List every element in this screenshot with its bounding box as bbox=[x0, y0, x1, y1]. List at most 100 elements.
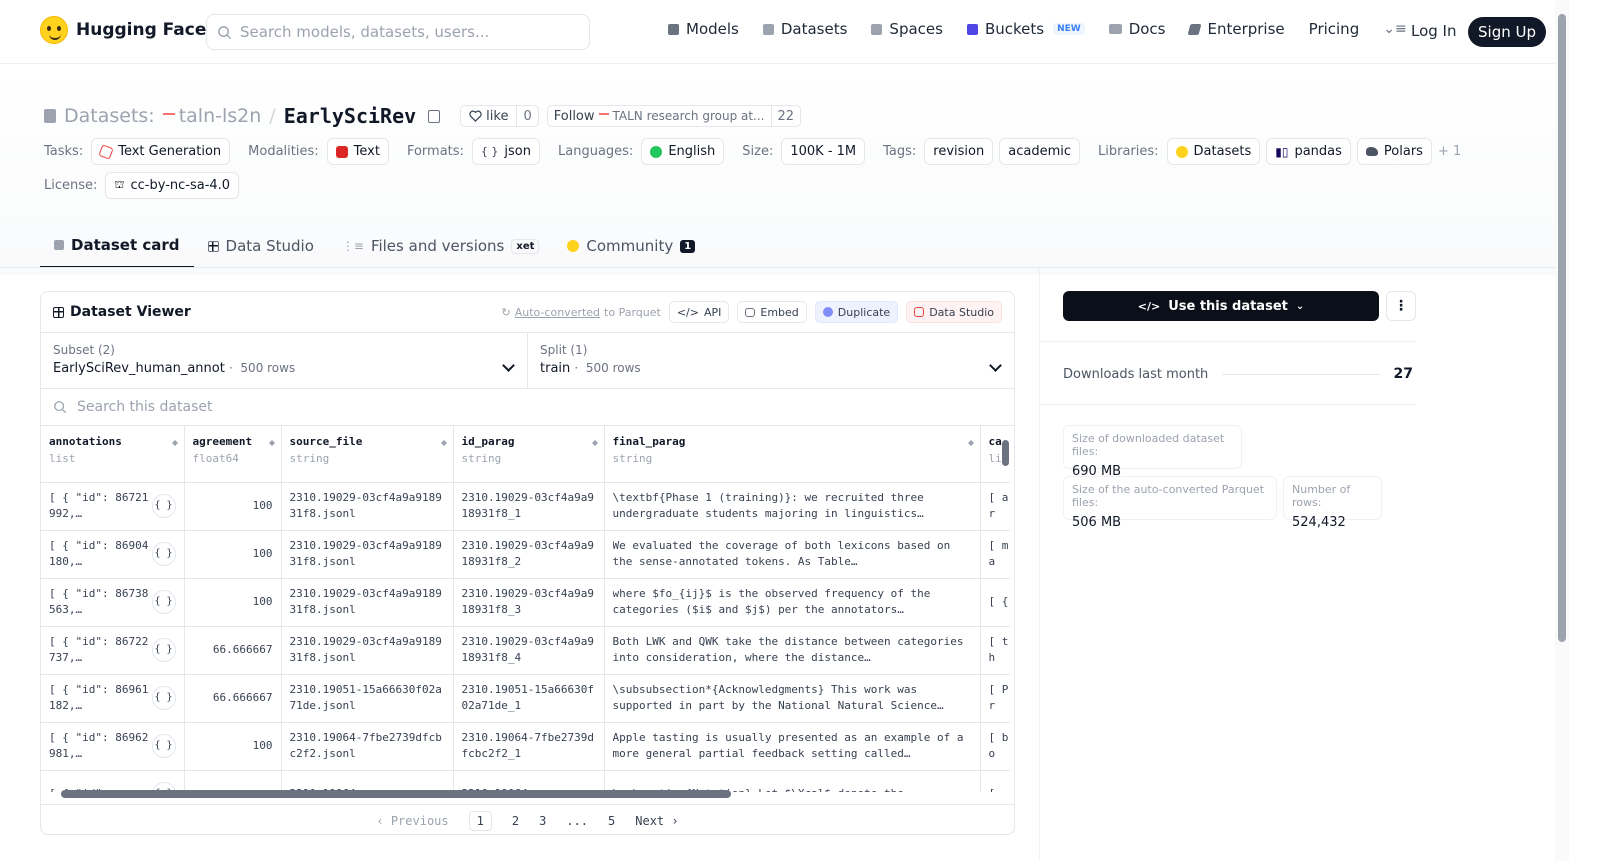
cell-agreement[interactable]: 66.666667 bbox=[184, 674, 282, 723]
table-horizontal-scrollbar[interactable] bbox=[45, 788, 995, 800]
use-this-dataset-button[interactable]: </> Use this dataset ⌄ bbox=[1063, 291, 1379, 321]
like-button[interactable]: like 0 bbox=[460, 105, 539, 127]
more-options-button[interactable]: ⋮ bbox=[1386, 291, 1416, 321]
cell-annotations[interactable]: [ { "id": 86738563,…{ } bbox=[41, 578, 185, 627]
cell-id-parag[interactable]: 2310.19029-03cf4a9a918931f8_4 bbox=[453, 626, 605, 675]
cell-annotations[interactable]: [ { "id": 86722737,…{ } bbox=[41, 626, 185, 675]
column-header-agreement[interactable]: agreement float64 bbox=[184, 426, 282, 483]
embed-button[interactable]: Embed bbox=[737, 301, 807, 323]
cell-final-parag[interactable]: \textbf{Phase 1 (training)}: we recruite… bbox=[604, 482, 981, 531]
cell-final-parag[interactable]: We evaluated the coverage of both lexico… bbox=[604, 530, 981, 579]
cell-id-parag[interactable]: 2310.19064-7fbe2739dfcbc2f2_1 bbox=[453, 722, 605, 771]
nav-enterprise[interactable]: Enterprise bbox=[1188, 20, 1285, 38]
page-5-button[interactable]: 5 bbox=[608, 814, 615, 828]
tag-revision[interactable]: revision bbox=[924, 138, 994, 165]
tab-files-and-versions[interactable]: ⋮≡ Files and versions xet bbox=[328, 224, 554, 268]
auto-converted-link[interactable]: Auto-converted bbox=[515, 306, 600, 319]
table-row[interactable]: [ { "id": 86738563,…{ } 100 2310.19029-03c… bbox=[41, 578, 1010, 627]
nav-spaces[interactable]: Spaces bbox=[871, 20, 943, 38]
cell-final-parag[interactable]: Apple tasting is usually presented as an… bbox=[604, 722, 981, 771]
login-link[interactable]: Log In bbox=[1411, 22, 1457, 40]
cell-final-parag[interactable]: \subsubsection*{Acknowledgments} This wo… bbox=[604, 674, 981, 723]
api-button[interactable]: </> API bbox=[668, 301, 730, 323]
column-header-id-parag[interactable]: id_parag string bbox=[453, 426, 605, 483]
tag-academic[interactable]: academic bbox=[999, 138, 1081, 165]
column-header-source-file[interactable]: source_file string bbox=[281, 426, 454, 483]
libraries-more[interactable]: + 1 bbox=[1438, 144, 1461, 159]
table-row[interactable]: [ { "id": 86962981,…{ } 100 2310.19064-7fb… bbox=[41, 722, 1010, 771]
org-link[interactable]: taln-ls2n bbox=[162, 105, 261, 127]
nav-buckets[interactable]: Buckets NEW bbox=[966, 20, 1085, 38]
expand-json-icon[interactable]: { } bbox=[151, 590, 176, 614]
cell-agreement[interactable]: 66.666667 bbox=[184, 626, 282, 675]
table-vertical-scrollbar[interactable] bbox=[1002, 440, 1009, 466]
cell-source-file[interactable]: 2310.19051-15a66630f02a71de.jsonl bbox=[281, 674, 454, 723]
more-menu-icon[interactable]: ⌄≡ bbox=[1383, 21, 1406, 37]
cell-agreement[interactable]: 100 bbox=[184, 578, 282, 627]
tag-library-pandas[interactable]: ▮▯ pandas bbox=[1266, 138, 1351, 165]
page-3-button[interactable]: 3 bbox=[539, 814, 546, 828]
breadcrumb-datasets[interactable]: Datasets: bbox=[64, 105, 155, 127]
cell-source-file[interactable]: 2310.19029-03cf4a9a918931f8.jsonl bbox=[281, 578, 454, 627]
page-1-button[interactable]: 1 bbox=[468, 810, 492, 831]
sort-icon[interactable] bbox=[268, 437, 275, 447]
sort-icon[interactable] bbox=[967, 437, 974, 447]
expand-json-icon[interactable]: { } bbox=[151, 542, 176, 566]
cell-id-parag[interactable]: 2310.19029-03cf4a9a918931f8_3 bbox=[453, 578, 605, 627]
cell-ca[interactable]: [ th bbox=[980, 626, 1010, 675]
cell-ca[interactable]: [ { bbox=[980, 578, 1010, 627]
cell-id-parag[interactable]: 2310.19029-03cf4a9a918931f8_1 bbox=[453, 482, 605, 531]
previous-page-button[interactable]: ‹ Previous bbox=[376, 814, 448, 828]
data-studio-button[interactable]: Data Studio bbox=[906, 301, 1002, 323]
table-row[interactable]: [ { "id": 86961182,…{ } 66.666667 2310.190… bbox=[41, 674, 1010, 723]
column-header-final-parag[interactable]: final_parag string bbox=[604, 426, 981, 483]
cell-annotations[interactable]: [ { "id": 86962981,…{ } bbox=[41, 722, 185, 771]
dataset-search[interactable] bbox=[41, 389, 1014, 426]
sort-icon[interactable] bbox=[591, 437, 598, 447]
nav-models[interactable]: Models bbox=[668, 20, 739, 38]
cell-annotations[interactable]: [ { "id": 86904180,…{ } bbox=[41, 530, 185, 579]
dataset-search-input[interactable] bbox=[77, 399, 677, 415]
cell-source-file[interactable]: 2310.19064-7fbe2739dfcbc2f2.jsonl bbox=[281, 722, 454, 771]
cell-id-parag[interactable]: 2310.19051-15a66630f02a71de_1 bbox=[453, 674, 605, 723]
expand-json-icon[interactable]: { } bbox=[151, 494, 176, 518]
brand-logo[interactable]: Hugging Face bbox=[40, 16, 206, 44]
cell-id-parag[interactable]: 2310.19029-03cf4a9a918931f8_2 bbox=[453, 530, 605, 579]
global-search-input[interactable] bbox=[240, 23, 560, 41]
tag-library-polars[interactable]: Polars bbox=[1356, 138, 1432, 165]
cell-final-parag[interactable]: Both LWK and QWK take the distance betwe… bbox=[604, 626, 981, 675]
page-scrollbar[interactable] bbox=[1555, 0, 1569, 861]
cell-ca[interactable]: [ Pr bbox=[980, 674, 1010, 723]
duplicate-button[interactable]: Duplicate bbox=[814, 301, 899, 323]
cell-annotations[interactable]: [ { "id": 86721992,…{ } bbox=[41, 482, 185, 531]
cell-annotations[interactable]: [ { "id": 86961182,…{ } bbox=[41, 674, 185, 723]
cell-final-parag[interactable]: where $fo_{ij}$ is the observed frequenc… bbox=[604, 578, 981, 627]
nav-pricing[interactable]: Pricing bbox=[1309, 20, 1360, 38]
tag-format[interactable]: { } json bbox=[471, 138, 540, 165]
tab-dataset-card[interactable]: Dataset card bbox=[40, 224, 194, 268]
signup-button[interactable]: Sign Up bbox=[1468, 17, 1546, 47]
table-row[interactable]: [ { "id": 86904180,…{ } 100 2310.19029-03c… bbox=[41, 530, 1010, 579]
cell-agreement[interactable]: 100 bbox=[184, 722, 282, 771]
page-2-button[interactable]: 2 bbox=[512, 814, 519, 828]
tag-task[interactable]: Text Generation bbox=[91, 138, 231, 165]
data-table-container[interactable]: annotations list agreement float64 source_… bbox=[41, 426, 1014, 792]
page-scrollbar-thumb[interactable] bbox=[1558, 14, 1566, 642]
tag-modality[interactable]: Text bbox=[326, 138, 389, 165]
cell-ca[interactable]: [ bo bbox=[980, 722, 1010, 771]
column-header-annotations[interactable]: annotations list bbox=[41, 426, 185, 483]
cell-source-file[interactable]: 2310.19029-03cf4a9a918931f8.jsonl bbox=[281, 626, 454, 675]
follow-button[interactable]: Follow TALN research group at... 22 bbox=[546, 105, 802, 127]
expand-json-icon[interactable]: { } bbox=[151, 686, 176, 710]
sort-icon[interactable] bbox=[171, 437, 178, 447]
nav-docs[interactable]: Docs bbox=[1108, 20, 1165, 38]
table-row[interactable]: [ { "id": 86721992,…{ } 100 2310.19029-03c… bbox=[41, 482, 1010, 531]
dataset-name[interactable]: EarlySciRev bbox=[284, 104, 416, 128]
cell-ca[interactable]: [ ma bbox=[980, 530, 1010, 579]
cell-agreement[interactable]: 100 bbox=[184, 530, 282, 579]
tab-community[interactable]: Community 1 bbox=[553, 224, 709, 268]
nav-datasets[interactable]: Datasets bbox=[762, 20, 847, 38]
sort-icon[interactable] bbox=[440, 437, 447, 447]
tag-size[interactable]: 100K - 1M bbox=[781, 138, 866, 165]
next-page-button[interactable]: Next › bbox=[635, 814, 678, 828]
